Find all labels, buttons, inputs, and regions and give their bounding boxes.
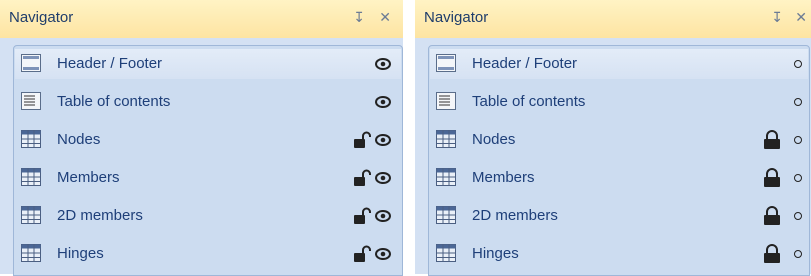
list-item-nodes[interactable]: Nodes: [15, 125, 401, 155]
grid-table-icon: [436, 168, 456, 186]
panel-title: Navigator: [9, 9, 74, 26]
list-item-table-of-contents[interactable]: Table of contents: [15, 87, 401, 117]
header-footer-icon: [436, 54, 456, 72]
header-footer-icon: [21, 54, 41, 72]
list-item-members[interactable]: Members: [15, 163, 401, 193]
list-item-table-of-contents[interactable]: Table of contents: [430, 87, 808, 117]
navigator-titlebar: Navigator ↧ ✕: [0, 0, 403, 38]
table-of-contents-icon: [21, 92, 41, 110]
table-of-contents-icon: [436, 92, 456, 110]
list-item-label: Header / Footer: [57, 55, 163, 72]
list-item-2d-members[interactable]: 2D members: [15, 201, 401, 231]
list-item-label: Nodes: [57, 131, 101, 148]
lock-open-icon[interactable]: [353, 245, 371, 263]
lock-closed-icon[interactable]: [762, 206, 782, 226]
eye-icon[interactable]: [375, 246, 391, 262]
panel-title: Navigator: [424, 9, 489, 26]
eye-icon[interactable]: [375, 132, 391, 148]
grid-table-icon: [21, 244, 41, 262]
lock-open-icon[interactable]: [353, 131, 371, 149]
list-item-2d-members[interactable]: 2D members: [430, 201, 808, 231]
list-item-hinges[interactable]: Hinges: [430, 239, 808, 269]
eye-icon[interactable]: [375, 56, 391, 72]
list-item-label: Header / Footer: [472, 55, 578, 72]
navigator-list: Header / Footer Table of contents Nodes …: [428, 45, 810, 276]
eye-icon[interactable]: [375, 208, 391, 224]
list-item-hinges[interactable]: Hinges: [15, 239, 401, 269]
list-item-label: Nodes: [472, 131, 516, 148]
grid-table-icon: [436, 206, 456, 224]
navigator-panel-left: Navigator ↧ ✕ Header / Footer Table of c…: [0, 0, 403, 276]
circle-icon[interactable]: [794, 98, 802, 106]
lock-closed-icon[interactable]: [762, 130, 782, 150]
list-item-label: 2D members: [57, 207, 143, 224]
lock-closed-icon[interactable]: [762, 168, 782, 188]
list-item-label: Members: [472, 169, 535, 186]
grid-table-icon: [21, 130, 41, 148]
grid-table-icon: [436, 130, 456, 148]
list-item-nodes[interactable]: Nodes: [430, 125, 808, 155]
circle-icon[interactable]: [794, 174, 802, 182]
eye-icon[interactable]: [375, 94, 391, 110]
list-item-header-footer[interactable]: Header / Footer: [430, 49, 808, 79]
navigator-panel-right: Navigator ↧ ✕ Header / Footer Table of c…: [415, 0, 811, 276]
grid-table-icon: [21, 168, 41, 186]
circle-icon[interactable]: [794, 250, 802, 258]
circle-icon[interactable]: [794, 136, 802, 144]
navigator-titlebar: Navigator ↧ ✕: [415, 0, 811, 38]
grid-table-icon: [21, 206, 41, 224]
list-item-label: Hinges: [472, 245, 519, 262]
close-icon[interactable]: ✕: [379, 8, 391, 26]
close-icon[interactable]: ✕: [795, 8, 807, 26]
list-item-header-footer[interactable]: Header / Footer: [15, 49, 401, 79]
list-item-members[interactable]: Members: [430, 163, 808, 193]
grid-table-icon: [436, 244, 456, 262]
pin-icon[interactable]: ↧: [353, 8, 365, 26]
lock-open-icon[interactable]: [353, 207, 371, 225]
eye-icon[interactable]: [375, 170, 391, 186]
list-item-label: Table of contents: [57, 93, 171, 110]
circle-icon[interactable]: [794, 60, 802, 68]
list-item-label: Table of contents: [472, 93, 586, 110]
list-item-label: 2D members: [472, 207, 558, 224]
list-item-label: Hinges: [57, 245, 104, 262]
navigator-list: Header / Footer Table of contents Nodes …: [13, 45, 403, 276]
list-item-label: Members: [57, 169, 120, 186]
lock-open-icon[interactable]: [353, 169, 371, 187]
pin-icon[interactable]: ↧: [771, 8, 783, 26]
lock-closed-icon[interactable]: [762, 244, 782, 264]
circle-icon[interactable]: [794, 212, 802, 220]
